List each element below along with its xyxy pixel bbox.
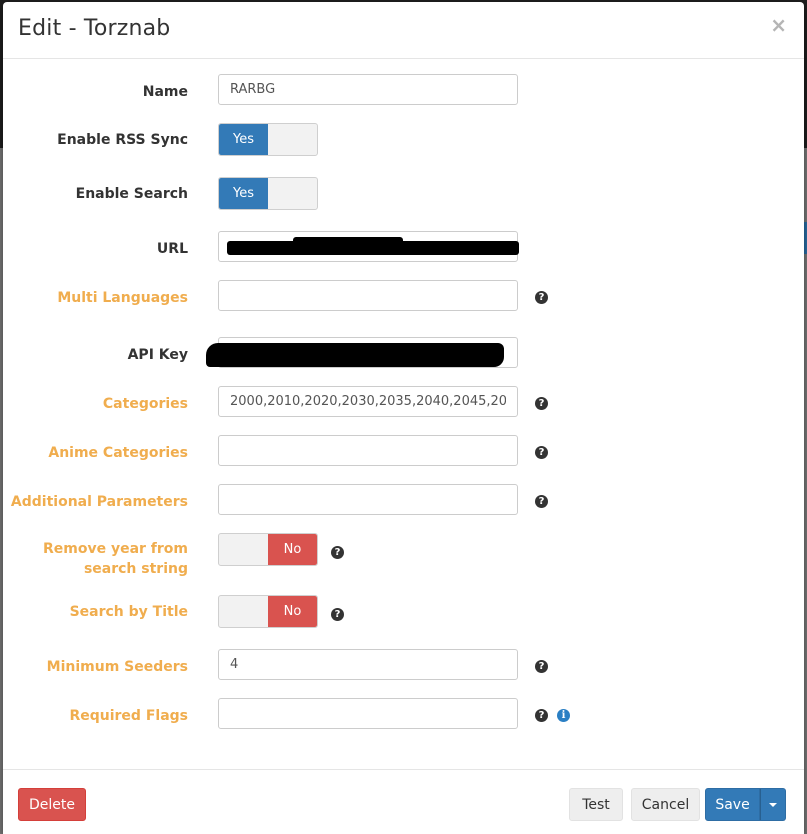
url-label: URL [156,241,188,257]
anime-categories-label: Anime Categories [48,445,188,461]
additional-parameters-help-icon[interactable]: ? [535,495,548,508]
save-button[interactable]: Save [705,788,760,821]
name-input[interactable] [218,74,518,105]
multi-languages-input[interactable] [218,280,518,311]
modal-title: Edit - Torznab [18,16,171,41]
caret-down-icon [769,802,777,807]
categories-label: Categories [102,396,188,412]
modal-footer: Delete Test Cancel Save [3,769,804,834]
delete-button[interactable]: Delete [18,788,86,821]
additional-parameters-input[interactable] [218,484,518,515]
remove-year-toggle[interactable]: No [218,533,318,566]
search-by-title-help-icon[interactable]: ? [331,608,344,621]
enable-rss-label: Enable RSS Sync [57,132,188,148]
categories-input[interactable] [218,386,518,417]
close-icon[interactable]: × [770,15,787,35]
enable-rss-toggle-yes: Yes [219,124,268,155]
api-key-label: API Key [127,347,188,363]
enable-search-label: Enable Search [75,186,188,202]
edit-indexer-modal: Edit - Torznab × Name Enable RSS Sync Ye… [3,2,804,834]
enable-search-toggle[interactable]: Yes [218,177,318,210]
minimum-seeders-label: Minimum Seeders [46,659,188,675]
remove-year-help-icon[interactable]: ? [331,546,344,559]
enable-search-toggle-yes: Yes [219,178,268,209]
categories-help-icon[interactable]: ? [535,397,548,410]
test-button[interactable]: Test [569,788,623,821]
additional-parameters-label: Additional Parameters [10,494,188,510]
anime-categories-input[interactable] [218,435,518,466]
name-label: Name [142,84,188,100]
search-by-title-toggle-no: No [268,596,317,627]
multi-languages-help-icon[interactable]: ? [535,291,548,304]
minimum-seeders-input[interactable] [218,649,518,680]
save-options-dropdown[interactable] [760,788,786,821]
cancel-button[interactable]: Cancel [631,788,700,821]
remove-year-toggle-no: No [268,534,317,565]
remove-year-label: Remove year from search string [42,541,188,577]
required-flags-label: Required Flags [69,708,188,724]
minimum-seeders-help-icon[interactable]: ? [535,660,548,673]
required-flags-info-icon[interactable]: i [557,709,570,722]
url-redaction-top [293,237,403,245]
multi-languages-label: Multi Languages [57,290,188,306]
modal-header: Edit - Torznab × [3,2,804,59]
enable-rss-toggle[interactable]: Yes [218,123,318,156]
search-by-title-label: Search by Title [69,604,188,620]
search-by-title-toggle[interactable]: No [218,595,318,628]
required-flags-help-icon[interactable]: ? [535,709,548,722]
anime-categories-help-icon[interactable]: ? [535,446,548,459]
required-flags-input[interactable] [218,698,518,729]
api-key-redaction [206,343,504,367]
